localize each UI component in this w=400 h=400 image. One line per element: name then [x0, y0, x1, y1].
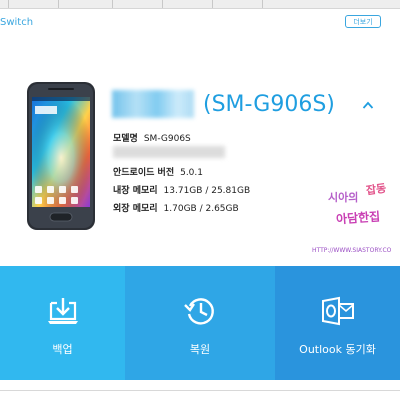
info-value: 5.0.1 — [180, 168, 203, 178]
info-label: 안드로이드 버전 — [113, 168, 175, 178]
window-top-strip — [0, 0, 400, 9]
info-label: 외장 메모리 — [113, 204, 158, 214]
divider — [0, 390, 400, 391]
chevron-up-icon[interactable] — [362, 100, 374, 110]
watermark-text: 시아의 — [328, 191, 359, 204]
watermark-url: HTTP://WWW.SIASTORY.CO — [312, 247, 392, 254]
info-row-android-version: 안드로이드 버전 5.0.1 — [113, 165, 203, 178]
top-strip-divider — [58, 0, 59, 8]
info-row-model: 모델명 SM-G906S — [113, 131, 191, 144]
info-value: SM-G906S — [143, 134, 191, 144]
info-value: 13.71GB / 25.81GB — [163, 186, 251, 196]
top-strip-divider — [162, 0, 163, 8]
top-strip-divider — [262, 0, 263, 8]
watermark-text: 잡동 — [365, 181, 388, 198]
backup-download-icon — [47, 298, 78, 324]
info-label: 내장 메모리 — [113, 186, 158, 196]
top-strip-divider — [8, 0, 9, 8]
top-strip-divider — [212, 0, 213, 8]
watermark-text: 아담한집 — [335, 209, 381, 227]
info-row-external-memory: 외장 메모리 1.70GB / 2.65GB — [113, 201, 239, 214]
device-name-redacted — [112, 90, 194, 118]
outlook-sync-label: Outlook 동기화 — [299, 343, 376, 356]
action-tiles: 백업 복원 Outlook 동기화 — [0, 266, 400, 380]
app-title: Switch — [0, 17, 34, 28]
backup-tile[interactable]: 백업 — [0, 266, 125, 380]
more-button[interactable]: 더보기 — [345, 15, 381, 28]
outlook-sync-tile[interactable]: Outlook 동기화 — [275, 266, 400, 380]
info-row-internal-memory: 내장 메모리 13.71GB / 25.81GB — [113, 183, 250, 196]
info-label: 모델명 — [113, 134, 138, 144]
top-strip-divider — [112, 0, 113, 8]
restore-tile[interactable]: 복원 — [125, 266, 275, 380]
redacted-field — [113, 146, 225, 158]
restore-history-icon — [184, 298, 214, 325]
info-value: 1.70GB / 2.65GB — [163, 204, 239, 214]
backup-label: 백업 — [52, 343, 73, 356]
restore-label: 복원 — [189, 343, 211, 356]
window-bottom-strip — [0, 380, 400, 400]
watermark: 시아의 잡동 아담한집 HTTP://WWW.SIASTORY.CO — [310, 182, 400, 260]
outlook-icon — [321, 296, 354, 326]
phone-image — [27, 82, 95, 230]
device-model-title: (SM-G906S) — [203, 92, 335, 117]
